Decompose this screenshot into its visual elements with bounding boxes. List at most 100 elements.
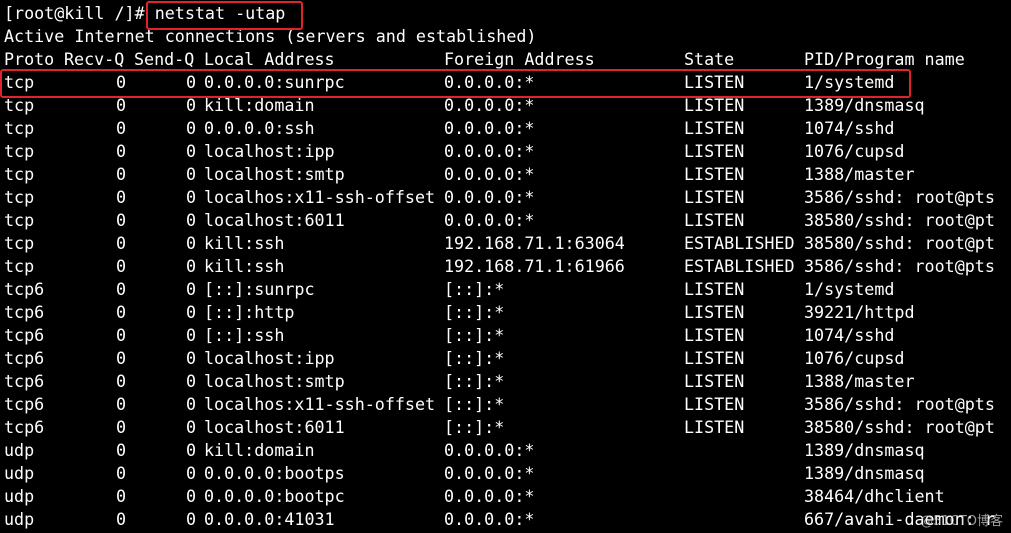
cell-local-address: localhost:ipp xyxy=(204,141,335,161)
cell-pid-program: 1076/cupsd xyxy=(804,141,905,161)
cell-recvq: 0 xyxy=(115,72,126,92)
cell-local-address: kill:domain xyxy=(204,440,315,460)
table-row: tcp 0 0 localhost:ipp 0.0.0.0:* LISTEN 1076/cu… xyxy=(4,140,1011,163)
cell-foreign-address: [::]:* xyxy=(444,394,505,414)
table-row: udp 0 0 0.0.0.0:bootps 0.0.0.0:* 1389/dnsmasq xyxy=(4,462,1011,485)
cell-proto: tcp xyxy=(4,256,35,276)
cell-pid-program: 1389/dnsmasq xyxy=(804,440,925,460)
cell-proto: udp xyxy=(4,486,35,506)
cell-foreign-address: 192.168.71.1:63064 xyxy=(444,233,625,253)
table-row: tcp6 0 0 localhost:6011 [::]:* LISTEN 38580/ss… xyxy=(4,416,1011,439)
cell-local-address: [::]:ssh xyxy=(204,325,285,345)
cell-foreign-address: 0.0.0.0:* xyxy=(444,141,535,161)
table-row: tcp 0 0 0.0.0.0:ssh 0.0.0.0:* LISTEN 1074/sshd xyxy=(4,117,1011,140)
cell-recvq: 0 xyxy=(115,509,126,529)
cell-foreign-address: [::]:* xyxy=(444,325,505,345)
cell-proto: tcp xyxy=(4,164,35,184)
cell-proto: tcp xyxy=(4,187,35,207)
cell-proto: udp xyxy=(4,509,35,529)
header-pid-program: PID/Program name xyxy=(804,49,965,69)
cell-pid-program: 3586/sshd: root@pts xyxy=(804,256,995,276)
cell-local-address: [::]:sunrpc xyxy=(204,279,315,299)
terminal-window[interactable]: [root@kill /]# netstat -utap Active Inte… xyxy=(4,2,1011,531)
cell-state: LISTEN xyxy=(684,348,745,368)
cell-foreign-address: [::]:* xyxy=(444,371,505,391)
header-state: State xyxy=(684,49,735,69)
cell-local-address: 0.0.0.0:bootps xyxy=(204,463,345,483)
cell-pid-program: 1076/cupsd xyxy=(804,348,905,368)
cell-sendq: 0 xyxy=(185,509,196,529)
cell-sendq: 0 xyxy=(185,95,196,115)
cell-foreign-address: 0.0.0.0:* xyxy=(444,95,535,115)
cell-local-address: 0.0.0.0:bootpc xyxy=(204,486,345,506)
cell-proto: tcp xyxy=(4,118,35,138)
cell-state: LISTEN xyxy=(684,417,745,437)
cell-state: LISTEN xyxy=(684,394,745,414)
table-row: tcp6 0 0 [::]:http [::]:* LISTEN 39221/httpd xyxy=(4,301,1011,324)
cell-foreign-address: 0.0.0.0:* xyxy=(444,440,535,460)
cell-local-address: [::]:http xyxy=(204,302,295,322)
cell-proto: tcp xyxy=(4,95,35,115)
cell-pid-program: 1389/dnsmasq xyxy=(804,463,925,483)
cell-recvq: 0 xyxy=(115,486,126,506)
header-recvq: Recv-Q xyxy=(64,49,125,69)
cell-proto: tcp xyxy=(4,210,35,230)
cell-proto: tcp6 xyxy=(4,325,45,345)
cell-sendq: 0 xyxy=(185,72,196,92)
command-text: netstat -utap xyxy=(154,3,286,23)
cell-foreign-address: [::]:* xyxy=(444,348,505,368)
cell-local-address: localhost:smtp xyxy=(204,371,345,391)
cell-foreign-address: [::]:* xyxy=(444,417,505,437)
cell-recvq: 0 xyxy=(115,440,126,460)
cell-local-address: localhos:x11-ssh-offset xyxy=(204,394,436,414)
cell-recvq: 0 xyxy=(115,348,126,368)
cell-pid-program: 39221/httpd xyxy=(804,302,915,322)
header-sendq: Send-Q xyxy=(134,49,195,69)
cell-recvq: 0 xyxy=(115,417,126,437)
cell-proto: udp xyxy=(4,440,35,460)
cell-sendq: 0 xyxy=(185,164,196,184)
cell-recvq: 0 xyxy=(115,325,126,345)
cell-proto: tcp6 xyxy=(4,394,45,414)
output-title: Active Internet connections (servers and… xyxy=(4,26,537,46)
cell-pid-program: 1388/master xyxy=(804,164,915,184)
cell-pid-program: 1074/sshd xyxy=(804,118,895,138)
table-row: tcp 0 0 kill:domain 0.0.0.0:* LISTEN 1389/dnsm… xyxy=(4,94,1011,117)
cell-sendq: 0 xyxy=(185,486,196,506)
table-row: tcp6 0 0 [::]:ssh [::]:* LISTEN 1074/sshd xyxy=(4,324,1011,347)
cell-state: LISTEN xyxy=(684,210,745,230)
table-row: udp 0 0 0.0.0.0:41031 0.0.0.0:* 667/avahi-dae… xyxy=(4,508,1011,531)
cell-state: LISTEN xyxy=(684,141,745,161)
cell-recvq: 0 xyxy=(115,164,126,184)
table-row: tcp 0 0 kill:ssh 192.168.71.1:63064 ESTABLISH… xyxy=(4,232,1011,255)
cell-sendq: 0 xyxy=(185,394,196,414)
table-row: tcp 0 0 kill:ssh 192.168.71.1:61966 ESTABLISH… xyxy=(4,255,1011,278)
cell-pid-program: 1074/sshd xyxy=(804,325,895,345)
cell-local-address: localhost:6011 xyxy=(204,417,345,437)
cell-sendq: 0 xyxy=(185,256,196,276)
header-proto: Proto xyxy=(4,49,55,69)
cell-foreign-address: 0.0.0.0:* xyxy=(444,164,535,184)
cell-local-address: kill:ssh xyxy=(204,256,285,276)
cell-local-address: kill:ssh xyxy=(204,233,285,253)
shell-prompt: [root@kill /]# xyxy=(4,3,155,23)
table-row: tcp6 0 0 localhos:x11-ssh-offset [::]:* LISTE… xyxy=(4,393,1011,416)
cell-proto: tcp6 xyxy=(4,417,45,437)
cell-foreign-address: 0.0.0.0:* xyxy=(444,210,535,230)
cell-foreign-address: 192.168.71.1:61966 xyxy=(444,256,625,276)
cell-sendq: 0 xyxy=(185,210,196,230)
cell-recvq: 0 xyxy=(115,463,126,483)
cell-pid-program: 38580/sshd: root@pt xyxy=(804,210,995,230)
cell-local-address: 0.0.0.0:41031 xyxy=(204,509,335,529)
cell-state: LISTEN xyxy=(684,325,745,345)
cell-proto: tcp6 xyxy=(4,371,45,391)
cell-sendq: 0 xyxy=(185,440,196,460)
cell-sendq: 0 xyxy=(185,371,196,391)
cell-recvq: 0 xyxy=(115,371,126,391)
cell-pid-program: 1/systemd xyxy=(804,72,895,92)
cell-sendq: 0 xyxy=(185,279,196,299)
cell-foreign-address: 0.0.0.0:* xyxy=(444,509,535,529)
cell-foreign-address: [::]:* xyxy=(444,302,505,322)
table-row: tcp 0 0 localhost:6011 0.0.0.0:* LISTEN 38580/… xyxy=(4,209,1011,232)
cell-proto: udp xyxy=(4,463,35,483)
